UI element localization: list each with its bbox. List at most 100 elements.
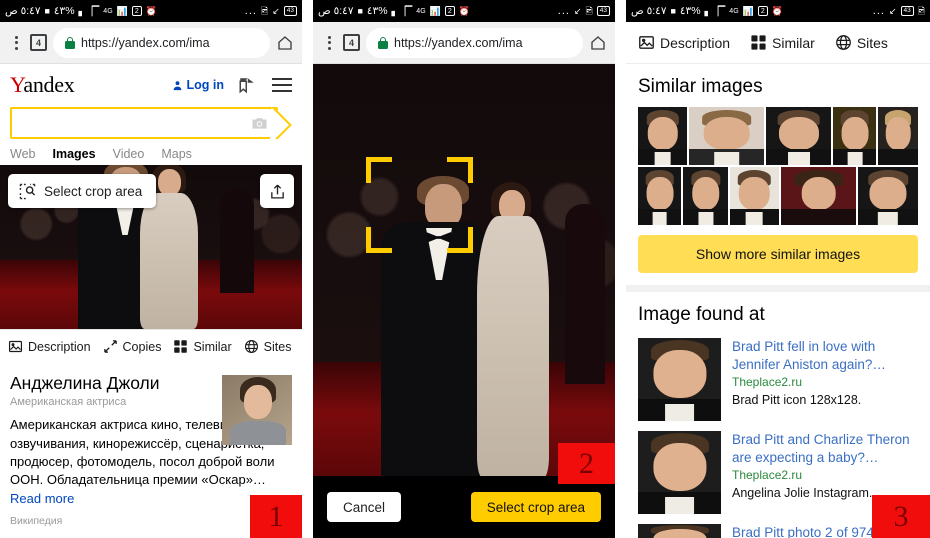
result-site-1: Theplace2.ru (732, 375, 918, 389)
bookmark-icon[interactable] (238, 76, 256, 94)
battery-icon-2: ■ (357, 7, 362, 16)
globe-icon-3 (835, 34, 852, 51)
similar-thumb-10[interactable] (858, 167, 918, 225)
signal-bars-icon-3: ▖▕▔ (705, 7, 726, 16)
status-bar-right-2: ... ↙ 🖻 43 (558, 6, 610, 17)
similar-thumb-3[interactable] (766, 107, 831, 165)
download-icon-2: ↙ (574, 7, 582, 16)
battery-percent: ٤٣% (54, 6, 75, 17)
tab-similar-3[interactable]: Similar (750, 34, 815, 51)
tab-description[interactable]: Description (8, 339, 91, 354)
similar-thumb-4[interactable] (833, 107, 876, 165)
share-button[interactable] (260, 174, 294, 208)
section-divider (626, 285, 930, 292)
similar-grid-icon-3 (750, 34, 767, 51)
crop-corner-bottom-left[interactable] (366, 227, 392, 253)
user-icon (172, 79, 183, 92)
crop-corner-bottom-right[interactable] (447, 227, 473, 253)
sim-badge-icon-3: 2 (758, 6, 768, 16)
sim-badge-icon: 2 (132, 6, 142, 16)
result-thumbnail-3[interactable] (638, 524, 721, 538)
search-input[interactable] (10, 107, 278, 139)
similar-thumb-9[interactable] (781, 167, 856, 225)
login-button[interactable]: Log in (172, 78, 225, 92)
download-icon-3: ↙ (889, 7, 897, 16)
kebab-menu-icon[interactable] (8, 36, 24, 50)
network-type-label-2: 4G (416, 8, 425, 15)
login-label: Log in (187, 78, 225, 92)
data-usage-icon: 📊 (117, 7, 128, 16)
battery-percent-2: ٤٣% (367, 6, 388, 17)
camera-search-icon[interactable] (251, 116, 268, 130)
list-item[interactable]: Brad Pitt fell in love with Jennifer Ani… (626, 328, 930, 421)
similar-row-2 (638, 167, 918, 225)
status-bar-right: ... 🖻 ↙ 43 (245, 6, 297, 17)
home-icon-2[interactable] (589, 34, 607, 52)
avatar[interactable] (222, 375, 292, 445)
tab-similar[interactable]: Similar (173, 339, 231, 354)
similar-thumb-1[interactable] (638, 107, 687, 165)
result-title-link-1[interactable]: Brad Pitt fell in love with Jennifer Ani… (732, 338, 918, 373)
woman-dress-2 (477, 216, 549, 478)
tab-description-label: Description (28, 340, 91, 354)
woman-dress (140, 193, 198, 329)
select-crop-area-button[interactable]: Select crop area (8, 174, 156, 208)
similar-thumb-5[interactable] (878, 107, 918, 165)
battery-icon: ■ (44, 7, 49, 16)
address-bar[interactable]: https://yandex.com/ima (53, 28, 270, 58)
kebab-menu-icon-2[interactable] (321, 36, 337, 50)
result-thumbnail-1[interactable] (638, 338, 721, 421)
globe-icon (244, 339, 259, 354)
annotation-badge-1: 1 (250, 495, 302, 538)
search-area (10, 107, 292, 139)
panel-separator-2 (615, 0, 626, 538)
result-tabbar: Description Similar Sites (626, 22, 930, 64)
result-title-link-2[interactable]: Brad Pitt and Charlize Theron are expect… (732, 431, 918, 466)
image-overlay-controls: Select crop area (8, 174, 294, 208)
similar-thumb-2[interactable] (689, 107, 764, 165)
show-more-similar-button[interactable]: Show more similar images (638, 235, 918, 273)
yandex-logo[interactable]: Yandex (10, 72, 74, 98)
similar-thumb-6[interactable] (638, 167, 681, 225)
result-thumbnail-2[interactable] (638, 431, 721, 514)
similar-thumb-8[interactable] (730, 167, 779, 225)
confirm-crop-button[interactable]: Select crop area (471, 492, 601, 522)
similar-thumb-7[interactable] (683, 167, 727, 225)
tab-count-button[interactable]: 4 (30, 34, 47, 51)
crop-corner-top-left[interactable] (366, 157, 392, 183)
address-bar-2[interactable]: https://yandex.com/ima (366, 28, 583, 58)
tab-copies[interactable]: Copies (103, 339, 162, 354)
similar-row-1 (638, 107, 918, 165)
hamburger-menu-icon[interactable] (272, 78, 292, 92)
status-overflow-icon: ... (245, 6, 257, 17)
read-more-link[interactable]: Read more (10, 491, 74, 506)
status-bar-2: ٥:٤٧ ص ■ ٤٣% ▖▕▔ 4G 📊 2 ⏰ ... ↙ 🖻 43 (313, 0, 615, 22)
tab-maps[interactable]: Maps (161, 147, 192, 161)
tab-sites-3[interactable]: Sites (835, 34, 888, 51)
tab-count-button-2[interactable]: 4 (343, 34, 360, 51)
tab-web[interactable]: Web (10, 147, 35, 161)
status-overflow-icon-2: ... (558, 6, 570, 17)
tab-video[interactable]: Video (113, 147, 145, 161)
crop-corner-top-right[interactable] (447, 157, 473, 183)
home-icon[interactable] (276, 34, 294, 52)
yandex-logo-y: Y (10, 72, 23, 97)
share-icon (269, 183, 286, 200)
https-lock-icon (65, 37, 75, 49)
battery-percent-3: ٤٣% (680, 6, 701, 17)
tab-sites[interactable]: Sites (244, 339, 292, 354)
battery-level-badge-2: 43 (597, 6, 610, 16)
status-bar: ٥:٤٧ ص ■ ٤٣% ▖▕▔ 4G 📊 2 ⏰ ... 🖻 ↙ 43 (0, 0, 302, 22)
tab-description-3[interactable]: Description (638, 34, 730, 51)
image-description-icon (8, 339, 23, 354)
data-usage-icon-3: 📊 (743, 7, 754, 16)
similar-grid-icon (173, 339, 188, 354)
yandex-top-row: Yandex Log in (10, 72, 292, 98)
main-image-viewer[interactable]: Select crop area (0, 165, 302, 329)
data-usage-icon-2: 📊 (430, 7, 441, 16)
image-description-icon-3 (638, 34, 655, 51)
status-overflow-icon-3: ... (873, 6, 885, 17)
cancel-button[interactable]: Cancel (327, 492, 401, 522)
image-found-at-heading: Image found at (626, 292, 930, 328)
tab-images[interactable]: Images (52, 147, 95, 161)
